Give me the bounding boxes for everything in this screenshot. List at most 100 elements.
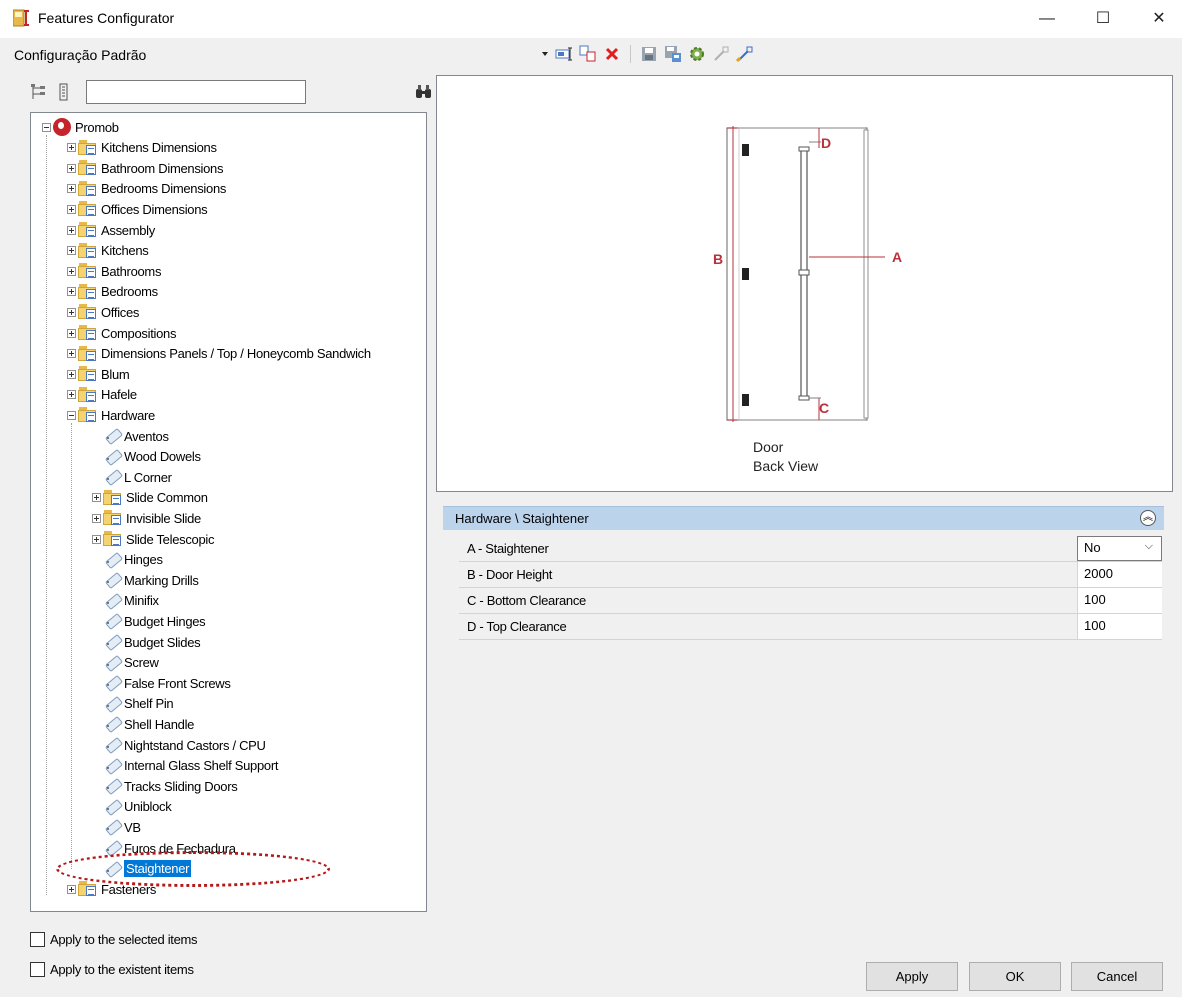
expand-node-icon[interactable] xyxy=(67,884,76,894)
minimize-button[interactable]: — xyxy=(1027,4,1067,34)
promob-logo-icon xyxy=(53,118,71,136)
expand-node-icon[interactable] xyxy=(67,204,76,214)
expand-node-icon[interactable] xyxy=(67,246,76,256)
tree-node-label: Blum xyxy=(101,366,130,382)
tree-node-folder[interactable]: Offices xyxy=(67,302,139,322)
expand-node-icon[interactable] xyxy=(67,143,76,153)
tree-node-folder[interactable]: Bedrooms Dimensions xyxy=(67,179,226,199)
tree-node-hardware[interactable]: Hardware xyxy=(67,405,155,425)
ok-button[interactable]: OK xyxy=(969,962,1061,991)
tree-node-item[interactable]: Slide Common xyxy=(92,488,208,508)
tree-node-item[interactable]: L Corner xyxy=(92,467,172,487)
expand-node-icon[interactable] xyxy=(67,328,76,338)
chevron-down-icon[interactable]: ⌵ xyxy=(1145,540,1153,553)
expand-node-icon[interactable] xyxy=(67,369,76,379)
collapse-group-icon[interactable]: ︽ xyxy=(1140,510,1156,526)
tree-node-item[interactable]: VB xyxy=(92,817,141,837)
tree-node-item[interactable]: Aventos xyxy=(92,426,169,446)
top-clearance-field[interactable]: 100 xyxy=(1077,614,1162,639)
feature-tag-icon xyxy=(103,799,121,815)
collapse-node-icon[interactable] xyxy=(42,122,51,132)
export-icon[interactable] xyxy=(711,44,731,64)
tree-node-item[interactable]: Uniblock xyxy=(92,797,172,817)
tree-node-item[interactable]: False Front Screws xyxy=(92,673,231,693)
copy-icon[interactable] xyxy=(578,44,598,64)
tree-node-item[interactable]: Shelf Pin xyxy=(92,694,174,714)
tree-node-label: Bathroom Dimensions xyxy=(101,160,224,176)
door-height-field[interactable]: 2000 xyxy=(1077,562,1162,587)
apply-selected-checkbox[interactable] xyxy=(30,931,45,947)
tree-node-item[interactable]: Marking Drills xyxy=(92,570,199,590)
property-row: C - Bottom Clearance 100 xyxy=(459,588,1162,614)
tree-node-label: Nightstand Castors / CPU xyxy=(124,737,266,753)
tree-node-item[interactable]: Wood Dowels xyxy=(92,447,201,467)
binoculars-icon[interactable] xyxy=(415,84,433,103)
expand-node-icon[interactable] xyxy=(67,349,76,359)
save-as-icon[interactable] xyxy=(663,44,683,64)
tree-node-item[interactable]: Tracks Sliding Doors xyxy=(92,776,238,796)
expand-node-icon[interactable] xyxy=(67,390,76,400)
expand-node-icon[interactable] xyxy=(92,513,101,523)
tree-node-folder[interactable]: Kitchens Dimensions xyxy=(67,138,217,158)
tree-node-folder[interactable]: Kitchens xyxy=(67,241,149,261)
rename-icon[interactable] xyxy=(554,44,574,64)
tree-node-item[interactable]: Invisible Slide xyxy=(92,508,201,528)
tree-node-item[interactable]: Nightstand Castors / CPU xyxy=(92,735,266,755)
feature-tag-icon xyxy=(103,819,121,835)
tree-node-label: Dimensions Panels / Top / Honeycomb Sand… xyxy=(101,346,371,362)
collapse-all-icon[interactable] xyxy=(57,83,71,104)
property-group-header[interactable]: Hardware \ Staightener ︽ xyxy=(443,506,1164,530)
collapse-node-icon[interactable] xyxy=(67,410,76,420)
tree-node-folder[interactable]: Compositions xyxy=(67,323,176,343)
expand-node-icon[interactable] xyxy=(92,534,101,544)
tree-node-item[interactable]: Internal Glass Shelf Support xyxy=(92,756,279,776)
tree-node-item[interactable]: Hinges xyxy=(92,550,163,570)
tree-node-folder[interactable]: Assembly xyxy=(67,220,155,240)
property-row: A - Staightener No ⌵ xyxy=(459,536,1162,562)
expand-node-icon[interactable] xyxy=(67,307,76,317)
tree-node-item[interactable]: Shell Handle xyxy=(92,714,194,734)
apply-existent-checkbox[interactable] xyxy=(30,961,45,977)
expand-node-icon[interactable] xyxy=(67,225,76,235)
delete-icon[interactable] xyxy=(602,44,622,64)
cancel-button[interactable]: Cancel xyxy=(1071,962,1163,991)
tree-node-label: L Corner xyxy=(124,469,172,485)
property-name: C - Bottom Clearance xyxy=(467,593,586,608)
expand-node-icon[interactable] xyxy=(67,266,76,276)
tree-node-item[interactable]: Budget Slides xyxy=(92,632,201,652)
tree-node-item[interactable]: Minifix xyxy=(92,591,159,611)
expand-node-icon[interactable] xyxy=(92,493,101,503)
dropdown-arrow-icon[interactable] xyxy=(540,44,550,64)
expand-node-icon[interactable] xyxy=(67,163,76,173)
tree-node-folder[interactable]: Bathrooms xyxy=(67,261,161,281)
apply-button[interactable]: Apply xyxy=(866,962,958,991)
apply-selected-checkbox-row[interactable]: Apply to the selected items xyxy=(30,929,198,949)
tree-node-item[interactable]: Slide Telescopic xyxy=(92,529,214,549)
bottom-clearance-field[interactable]: 100 xyxy=(1077,588,1162,613)
apply-existent-checkbox-row[interactable]: Apply to the existent items xyxy=(30,959,194,979)
settings-icon[interactable] xyxy=(687,44,707,64)
expand-node-icon[interactable] xyxy=(67,287,76,297)
maximize-button[interactable]: ☐ xyxy=(1083,4,1123,34)
save-icon[interactable] xyxy=(639,44,659,64)
tree-node-item[interactable]: Screw xyxy=(92,653,159,673)
tree-node-folder[interactable]: Offices Dimensions xyxy=(67,199,208,219)
property-name: B - Door Height xyxy=(467,567,553,582)
tree-node-folder[interactable]: Dimensions Panels / Top / Honeycomb Sand… xyxy=(67,344,371,364)
tree-node-folder[interactable]: Bathroom Dimensions xyxy=(67,158,223,178)
tree-node-label: Screw xyxy=(124,655,159,671)
close-button[interactable]: ✕ xyxy=(1139,4,1179,34)
tree-node-label: Marking Drills xyxy=(124,572,199,588)
dimension-label-a: A xyxy=(892,249,902,265)
expand-node-icon[interactable] xyxy=(67,184,76,194)
tree-node-item[interactable]: Budget Hinges xyxy=(92,611,206,631)
tree-search-input[interactable] xyxy=(86,80,306,104)
tree-node-folder[interactable]: Hafele xyxy=(67,385,137,405)
expand-all-icon[interactable] xyxy=(30,83,46,104)
tree-node-folder[interactable]: Bedrooms xyxy=(67,282,158,302)
import-icon[interactable] xyxy=(735,44,755,64)
select-value: No xyxy=(1084,540,1101,555)
staightener-select[interactable]: No ⌵ xyxy=(1077,536,1162,561)
tree-node-folder[interactable]: Blum xyxy=(67,364,130,384)
tree-node-root[interactable]: Promob xyxy=(42,117,119,137)
